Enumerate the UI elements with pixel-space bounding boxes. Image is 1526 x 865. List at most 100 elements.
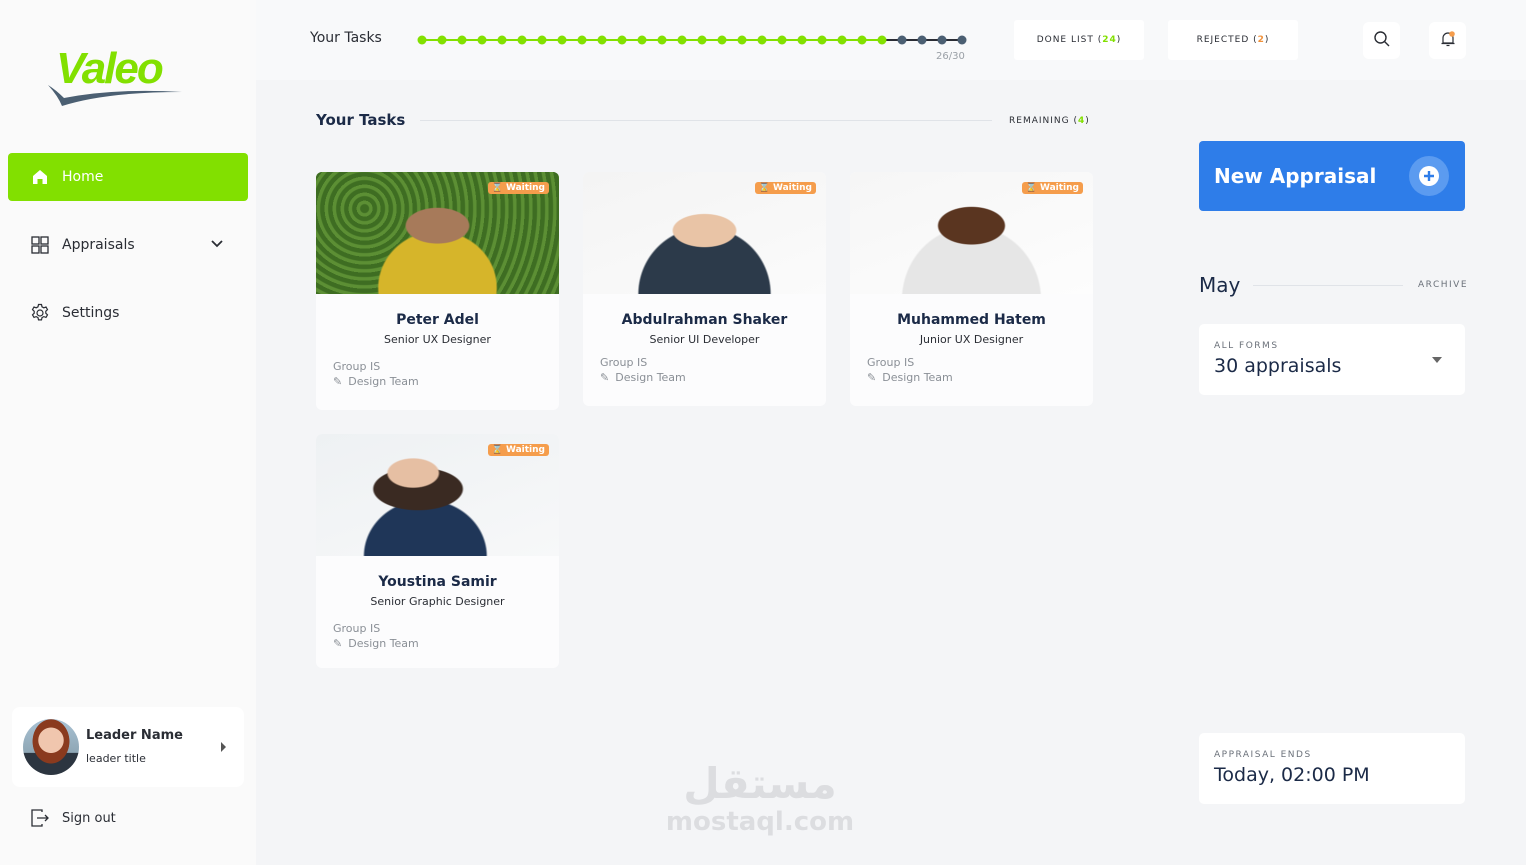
forms-value: 30 appraisals	[1214, 355, 1342, 377]
forms-dropdown[interactable]: ALL FORMS 30 appraisals	[1199, 324, 1465, 395]
rejected-count: 2	[1257, 35, 1265, 45]
employee-group: Group IS	[333, 622, 381, 635]
task-progress-tracker	[417, 35, 967, 45]
progress-dot-pending	[957, 35, 967, 45]
forms-label: ALL FORMS	[1214, 341, 1279, 351]
progress-dot-complete	[597, 35, 607, 45]
progress-dot-complete	[517, 35, 527, 45]
sidebar-item-home[interactable]: Home	[8, 153, 248, 201]
team-label: Design Team	[348, 375, 419, 388]
archive-link[interactable]: ARCHIVE	[1418, 280, 1468, 290]
new-appraisal-button[interactable]: New Appraisal	[1199, 141, 1465, 211]
caret-right-icon[interactable]	[221, 742, 226, 752]
month-divider	[1253, 285, 1403, 286]
sign-out-label: Sign out	[62, 810, 116, 826]
sidebar-item-appraisals[interactable]: Appraisals	[8, 221, 248, 269]
hourglass-icon: ⌛	[1025, 183, 1037, 193]
progress-dot-complete	[817, 35, 827, 45]
employee-name: Peter Adel	[396, 312, 479, 328]
task-card[interactable]: ⌛ Waiting Abdulrahman Shaker Senior UI De…	[583, 172, 826, 406]
gear-icon	[30, 303, 50, 323]
watermark-latin: mostaql.com	[665, 807, 855, 837]
sidebar-item-settings[interactable]: Settings	[8, 289, 248, 337]
plus-circle-icon	[1409, 156, 1449, 196]
progress-dot-complete	[617, 35, 627, 45]
progress-dot-complete	[697, 35, 707, 45]
progress-dot-complete	[497, 35, 507, 45]
valeo-logo[interactable]: Valeo	[46, 44, 190, 110]
progress-dot-complete	[877, 35, 887, 45]
status-badge: ⌛ Waiting	[1021, 182, 1083, 194]
hourglass-icon: ⌛	[758, 183, 770, 193]
status-badge: ⌛ Waiting	[487, 444, 549, 456]
section-title: Your Tasks	[316, 111, 406, 129]
design-tools-icon: ✎	[867, 371, 877, 384]
employee-role: Senior Graphic Designer	[370, 595, 505, 608]
employee-name: Muhammed Hatem	[897, 312, 1046, 328]
done-list-label: DONE LIST	[1036, 35, 1094, 45]
status-text: Waiting	[772, 183, 812, 193]
user-profile-card[interactable]: Leader Name leader title	[12, 707, 244, 787]
appraisal-ends-card: APPRAISAL ENDS Today, 02:00 PM	[1199, 733, 1465, 804]
design-tools-icon: ✎	[333, 637, 343, 650]
top-title: Your Tasks	[310, 30, 382, 46]
bell-icon	[1439, 30, 1457, 52]
sidebar-item-label: Appraisals	[62, 237, 135, 253]
progress-dot-complete	[537, 35, 547, 45]
notifications-button[interactable]	[1429, 22, 1466, 59]
progress-dot-complete	[417, 35, 427, 45]
employee-name: Youstina Samir	[378, 574, 497, 590]
employee-team: ✎ Design Team	[333, 375, 559, 404]
caret-down-icon	[1432, 357, 1442, 363]
grid-icon	[30, 235, 50, 255]
progress-dot-complete	[437, 35, 447, 45]
employee-group: Group IS	[333, 360, 381, 373]
status-text: Waiting	[505, 183, 545, 193]
progress-dot-complete	[677, 35, 687, 45]
progress-dot-pending	[897, 35, 907, 45]
rejected-label: REJECTED	[1196, 35, 1250, 45]
status-text: Waiting	[1039, 183, 1079, 193]
top-bar: Your Tasks 26/30 DONE LIST (24) REJECTED…	[256, 0, 1526, 80]
employee-photo: ⌛ Waiting	[316, 434, 559, 556]
remaining-count: 4	[1077, 116, 1086, 126]
team-label: Design Team	[882, 371, 953, 384]
hourglass-icon: ⌛	[491, 445, 503, 455]
progress-label: 26/30	[936, 51, 965, 62]
employee-group: Group IS	[600, 356, 648, 369]
remaining-label: REMAINING	[1009, 116, 1070, 126]
status-text: Waiting	[505, 445, 545, 455]
user-name: Leader Name	[86, 728, 183, 743]
employee-photo: ⌛ Waiting	[850, 172, 1093, 294]
search-button[interactable]	[1363, 22, 1400, 59]
employee-photo: ⌛ Waiting	[583, 172, 826, 294]
sign-out-button[interactable]: Sign out	[30, 808, 116, 828]
new-appraisal-label: New Appraisal	[1214, 164, 1377, 188]
appraisal-ends-label: APPRAISAL ENDS	[1214, 750, 1312, 760]
employee-team: ✎ Design Team	[600, 371, 826, 400]
progress-dot-pending	[937, 35, 947, 45]
team-label: Design Team	[348, 637, 419, 650]
progress-dot-complete	[737, 35, 747, 45]
task-card[interactable]: ⌛ Waiting Youstina Samir Senior Graphic D…	[316, 434, 559, 668]
employee-group: Group IS	[867, 356, 915, 369]
rejected-button[interactable]: REJECTED (2)	[1168, 20, 1298, 60]
task-card[interactable]: ⌛ Waiting Peter Adel Senior UX Designer G…	[316, 172, 559, 410]
home-icon	[30, 167, 50, 187]
avatar	[23, 719, 79, 775]
user-title: leader title	[86, 752, 146, 765]
status-badge: ⌛ Waiting	[754, 182, 816, 194]
done-list-button[interactable]: DONE LIST (24)	[1014, 20, 1144, 60]
chevron-down-icon[interactable]	[210, 237, 224, 255]
employee-name: Abdulrahman Shaker	[621, 312, 788, 328]
appraisal-ends-value: Today, 02:00 PM	[1214, 764, 1370, 786]
design-tools-icon: ✎	[600, 371, 610, 384]
employee-role: Senior UX Designer	[384, 333, 491, 346]
search-icon	[1373, 30, 1391, 52]
task-card[interactable]: ⌛ Waiting Muhammed Hatem Junior UX Design…	[850, 172, 1093, 406]
progress-dot-complete	[657, 35, 667, 45]
section-divider	[420, 120, 992, 121]
progress-dot-complete	[557, 35, 567, 45]
progress-dot-complete	[757, 35, 767, 45]
progress-dot-complete	[717, 35, 727, 45]
